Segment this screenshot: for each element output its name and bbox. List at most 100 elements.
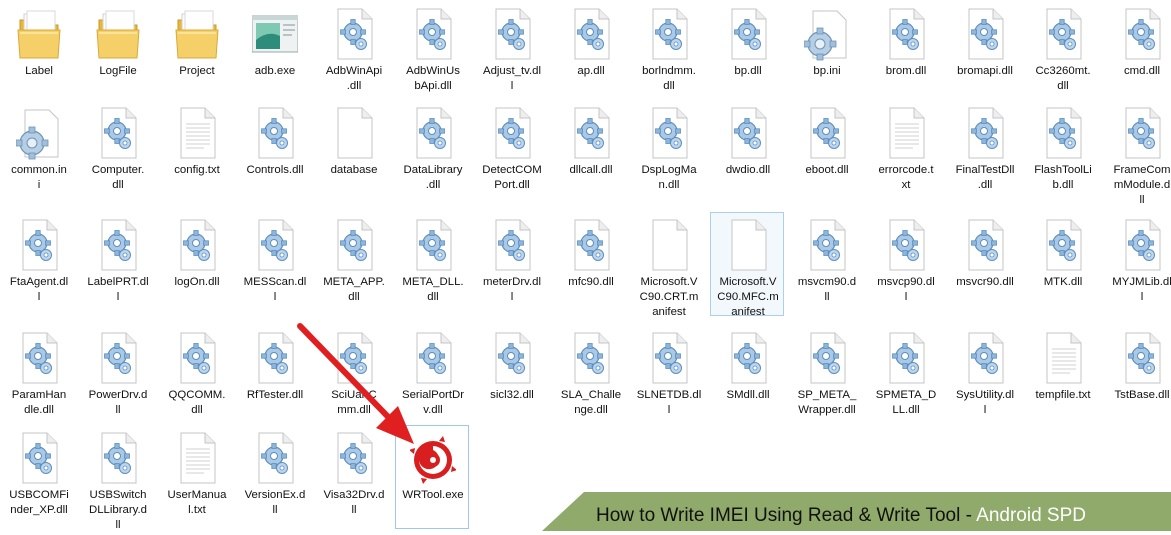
dll-gear-icon xyxy=(252,217,298,273)
blank-file-icon xyxy=(646,217,692,273)
file-item[interactable]: dwdio.dll xyxy=(710,100,784,204)
file-item[interactable]: FrameCom mModule.d ll xyxy=(1104,100,1171,206)
dll-gear-icon xyxy=(568,6,614,62)
file-item[interactable]: SLA_Challe nge.dll xyxy=(553,325,627,429)
file-item[interactable]: USBCOMFi nder_XP.dll xyxy=(1,425,75,529)
file-item[interactable]: dllcall.dll xyxy=(553,100,627,204)
dll-gear-icon xyxy=(410,6,456,62)
file-item[interactable]: FtaAgent.dl l xyxy=(1,212,75,316)
file-item[interactable]: META_DLL. dll xyxy=(395,212,469,316)
file-item[interactable]: SMdll.dll xyxy=(710,325,784,429)
file-item[interactable]: TstBase.dll xyxy=(1104,325,1171,429)
file-item[interactable]: MTK.dll xyxy=(1025,212,1099,316)
file-item[interactable]: META_APP. dll xyxy=(316,212,390,316)
file-item[interactable]: SP_META_ Wrapper.dll xyxy=(789,325,863,429)
file-item[interactable]: PowerDrv.d ll xyxy=(80,325,154,429)
file-item-label: Cc3260mt. dll xyxy=(1035,65,1091,92)
file-item[interactable]: msvcr90.dll xyxy=(947,212,1021,316)
file-item[interactable]: mfc90.dll xyxy=(553,212,627,316)
file-item-label: Microsoft.V C90.CRT.m anifest xyxy=(639,276,699,318)
file-item[interactable]: RfTester.dll xyxy=(237,325,311,429)
file-item[interactable]: borlndmm. dll xyxy=(631,1,705,105)
dll-gear-icon xyxy=(568,330,614,386)
file-item[interactable]: LogFile xyxy=(80,1,154,105)
file-item[interactable]: bromapi.dll xyxy=(947,1,1021,105)
file-item[interactable]: SPMETA_D LL.dll xyxy=(868,325,942,429)
file-item[interactable]: adb.exe xyxy=(237,1,311,105)
file-item-label: SP_META_ Wrapper.dll xyxy=(797,389,857,416)
dll-gear-icon xyxy=(16,217,62,273)
file-item[interactable]: MYJMLib.dl l xyxy=(1104,212,1171,316)
file-item[interactable]: tempfile.txt xyxy=(1025,325,1099,429)
file-item[interactable]: WRTool.exe xyxy=(395,425,469,529)
file-item[interactable]: FinalTestDll .dll xyxy=(947,100,1021,204)
file-item[interactable]: msvcp90.dl l xyxy=(868,212,942,316)
file-item[interactable]: errorcode.t xt xyxy=(868,100,942,204)
text-file-icon xyxy=(174,105,220,161)
file-item[interactable]: Cc3260mt. dll xyxy=(1025,1,1099,105)
file-item[interactable]: MESScan.dl l xyxy=(237,212,311,316)
file-item[interactable]: SerialPortDr v.dll xyxy=(395,325,469,429)
file-item[interactable]: bp.ini xyxy=(789,1,863,105)
file-item-label: LabelPRT.dl l xyxy=(87,276,149,303)
dll-gear-icon xyxy=(489,6,535,62)
file-item[interactable]: FlashToolLi b.dll xyxy=(1025,100,1099,204)
file-item[interactable]: Microsoft.V C90.CRT.m anifest xyxy=(631,212,705,318)
file-item-label: TstBase.dll xyxy=(1114,389,1170,401)
file-item[interactable]: brom.dll xyxy=(868,1,942,105)
file-item[interactable]: SLNETDB.dl l xyxy=(631,325,705,429)
file-item[interactable]: bp.dll xyxy=(710,1,784,105)
dll-gear-icon xyxy=(489,217,535,273)
file-item[interactable]: common.in i xyxy=(1,100,75,204)
file-item[interactable]: AdbWinApi .dll xyxy=(316,1,390,105)
folder-icon xyxy=(16,6,62,62)
dll-gear-icon xyxy=(883,6,929,62)
dll-gear-icon xyxy=(410,217,456,273)
file-item[interactable]: cmd.dll xyxy=(1104,1,1171,105)
file-item[interactable]: config.txt xyxy=(159,100,233,204)
file-item[interactable]: ap.dll xyxy=(553,1,627,105)
file-item-label: msvcr90.dll xyxy=(956,276,1014,288)
file-item[interactable]: eboot.dll xyxy=(789,100,863,204)
file-item[interactable]: Computer. dll xyxy=(80,100,154,204)
file-item[interactable]: QQCOMM. dll xyxy=(159,325,233,429)
banner-separator: - xyxy=(960,505,977,526)
file-item[interactable]: DspLogMa n.dll xyxy=(631,100,705,204)
dll-gear-icon xyxy=(95,430,141,486)
file-item[interactable]: Project xyxy=(159,1,233,105)
file-item[interactable]: SciUartC mm.dll xyxy=(316,325,390,429)
file-item[interactable]: msvcm90.d ll xyxy=(789,212,863,316)
file-item[interactable]: VersionEx.d ll xyxy=(237,425,311,529)
dll-gear-icon xyxy=(646,105,692,161)
file-item[interactable]: logOn.dll xyxy=(159,212,233,316)
file-item-label: sicl32.dll xyxy=(490,389,534,401)
dll-gear-icon xyxy=(725,105,771,161)
banner-main-text: How to Write IMEI Using Read & Write Too… xyxy=(596,505,961,526)
dll-gear-icon xyxy=(489,330,535,386)
file-item-label: cmd.dll xyxy=(1123,65,1161,77)
file-item[interactable]: database xyxy=(316,100,390,204)
file-item-label: dllcall.dll xyxy=(569,164,613,176)
file-item[interactable]: ParamHan dle.dll xyxy=(1,325,75,429)
blank-file-icon xyxy=(725,217,771,273)
file-item[interactable]: sicl32.dll xyxy=(474,325,548,429)
file-item-label: USBSwitch DLLibrary.d ll xyxy=(88,489,148,531)
file-item[interactable]: Visa32Drv.d ll xyxy=(316,425,390,529)
file-item[interactable]: DetectCOM Port.dll xyxy=(474,100,548,204)
file-item[interactable]: Controls.dll xyxy=(237,100,311,204)
dll-gear-icon xyxy=(646,6,692,62)
file-item-label: FtaAgent.dl l xyxy=(9,276,69,303)
file-item[interactable]: USBSwitch DLLibrary.d ll xyxy=(80,425,154,531)
file-item[interactable]: LabelPRT.dl l xyxy=(80,212,154,316)
file-item[interactable]: DataLibrary .dll xyxy=(395,100,469,204)
file-item[interactable]: Label xyxy=(1,1,75,105)
file-item[interactable]: AdbWinUs bApi.dll xyxy=(395,1,469,105)
dll-gear-icon xyxy=(962,105,1008,161)
file-item[interactable]: UserManua l.txt xyxy=(159,425,233,529)
file-item[interactable]: Adjust_tv.dl l xyxy=(474,1,548,105)
file-item-label: logOn.dll xyxy=(174,276,220,288)
file-item[interactable]: SysUtility.dl l xyxy=(947,325,1021,429)
file-item[interactable]: meterDrv.dl l xyxy=(474,212,548,316)
file-item-label: Microsoft.V C90.MFC.m anifest xyxy=(717,276,779,318)
file-item[interactable]: Microsoft.V C90.MFC.m anifest xyxy=(710,212,784,318)
